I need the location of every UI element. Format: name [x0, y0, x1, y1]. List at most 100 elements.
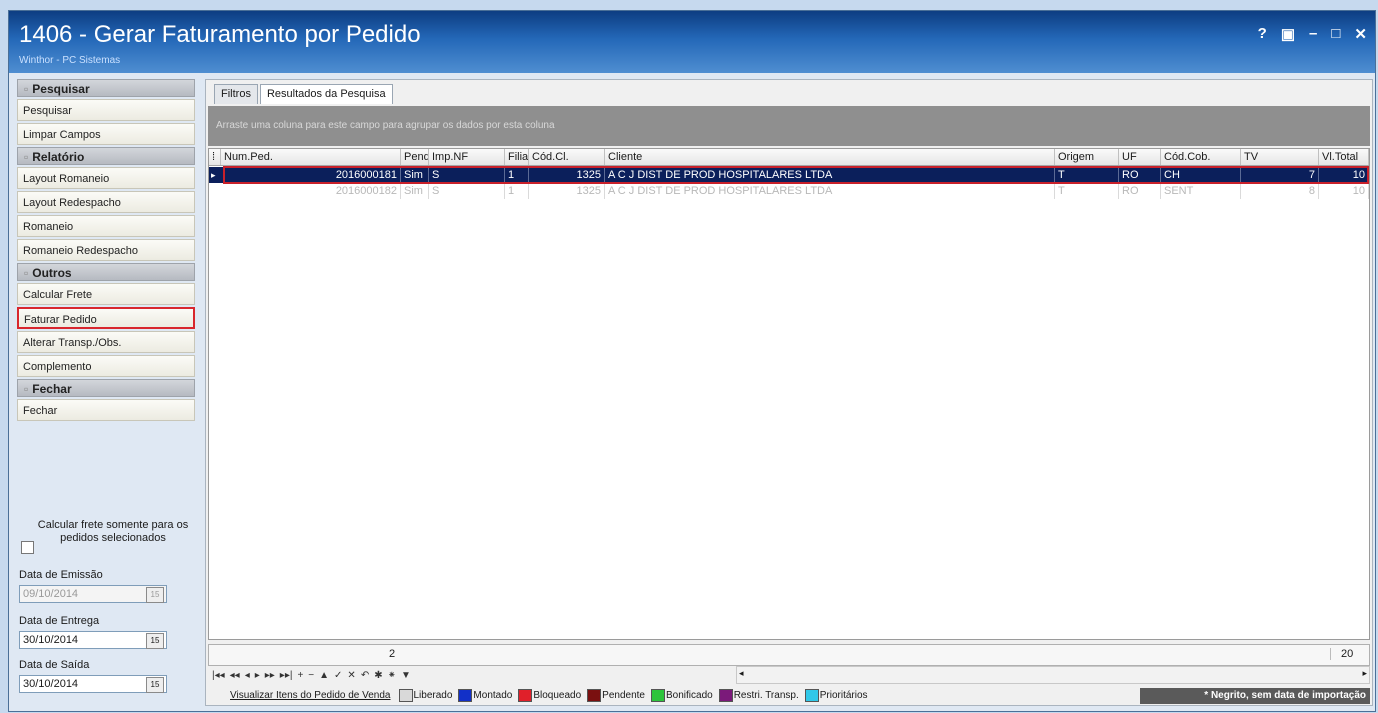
calcular-frete-button[interactable]: Calcular Frete	[17, 283, 195, 305]
window-title: 1406 - Gerar Faturamento por Pedido	[19, 21, 421, 48]
grid-navigator: |◂◂ ◂◂ ◂ ▸ ▸▸ ▸▸| + − ▲ ✓ ✕ ↶ ✱ ⁕ ▼	[208, 666, 732, 684]
legend-prioritarios: Prioritários	[804, 688, 868, 702]
legend-restri-transp: Restri. Transp.	[718, 688, 799, 702]
legend-pendente: Pendente	[587, 688, 645, 702]
col-tv[interactable]: TV	[1241, 149, 1319, 165]
calcular-frete-checkbox[interactable]	[21, 541, 34, 554]
data-entrega-label: Data de Entrega	[19, 615, 100, 627]
limpar-campos-button[interactable]: Limpar Campos	[17, 123, 195, 145]
minimize-button[interactable]: –	[1309, 25, 1317, 43]
data-emissao-field[interactable]: 09/10/2014 15	[19, 585, 167, 603]
legend-bonificado: Bonificado	[651, 688, 713, 702]
section-fechar: ▫ Fechar	[17, 379, 195, 397]
romaneio-button[interactable]: Romaneio	[17, 215, 195, 237]
row-indicator-header: ⁞	[209, 149, 221, 165]
calendar-icon[interactable]: 15	[146, 677, 164, 693]
section-icon: ▫	[24, 150, 29, 164]
main-panel: Filtros Resultados da Pesquisa Arraste u…	[205, 79, 1373, 706]
first-page-icon[interactable]: |◂◂	[212, 670, 225, 681]
col-cod-cl[interactable]: Cód.Cl.	[529, 149, 605, 165]
group-by-area[interactable]: Arraste uma coluna para este campo para …	[208, 106, 1370, 146]
legend-liberado: Liberado	[398, 688, 452, 702]
title-bar: 1406 - Gerar Faturamento por Pedido Wint…	[9, 11, 1375, 73]
tab-resultados[interactable]: Resultados da Pesquisa	[259, 84, 393, 104]
calendar-icon[interactable]: 15	[146, 633, 164, 649]
bookmark-icon[interactable]: ✱	[374, 670, 382, 681]
window-subtitle: Winthor - PC Sistemas	[19, 55, 121, 66]
bold-note: * Negrito, sem data de importação	[1140, 688, 1370, 704]
maximize-button[interactable]: □	[1331, 25, 1340, 43]
close-button[interactable]: ✕	[1354, 25, 1367, 43]
romaneio-redespacho-button[interactable]: Romaneio Redespacho	[17, 239, 195, 261]
table-row[interactable]: ▸ 2016000181 Sim S 1 1325 A C J DIST DE …	[209, 167, 1369, 183]
insert-icon[interactable]: +	[297, 670, 303, 681]
col-vl-total[interactable]: Vl.Total	[1319, 149, 1369, 165]
tab-strip: Filtros Resultados da Pesquisa	[214, 84, 395, 104]
restri-transp-swatch	[718, 688, 733, 702]
help-button[interactable]: ?	[1258, 25, 1267, 43]
delete-icon[interactable]: −	[308, 670, 314, 681]
col-uf[interactable]: UF	[1119, 149, 1161, 165]
refresh-icon[interactable]: ↶	[361, 670, 369, 681]
section-icon: ▫	[24, 382, 29, 396]
restore-button[interactable]: ▣	[1281, 25, 1295, 43]
sidebar: ▫ Pesquisar Pesquisar Limpar Campos ▫ Rela…	[17, 79, 195, 704]
calcular-frete-label: Calcular frete somente para os pedidos s…	[37, 519, 189, 544]
goto-bookmark-icon[interactable]: ⁕	[388, 670, 396, 681]
montado-swatch	[458, 688, 473, 702]
data-entrega-field[interactable]: 30/10/2014 15	[19, 631, 167, 649]
filter-icon[interactable]: ▼	[401, 670, 411, 681]
section-relatorio: ▫ Relatório	[17, 147, 195, 165]
pendente-swatch	[587, 688, 602, 702]
edit-icon[interactable]: ▲	[319, 670, 329, 681]
table-row[interactable]: 2016000182 Sim S 1 1325 A C J DIST DE PR…	[209, 183, 1369, 199]
col-pend[interactable]: Pend	[401, 149, 429, 165]
alterar-transp-button[interactable]: Alterar Transp./Obs.	[17, 331, 195, 353]
prev-page-icon[interactable]: ◂◂	[230, 670, 240, 681]
calendar-icon[interactable]: 15	[146, 587, 164, 603]
section-pesquisar: ▫ Pesquisar	[17, 79, 195, 97]
layout-romaneio-button[interactable]: Layout Romaneio	[17, 167, 195, 189]
summary-count: 2	[389, 648, 396, 660]
complemento-button[interactable]: Complemento	[17, 355, 195, 377]
calcular-frete-option: Calcular frete somente para os pedidos s…	[19, 519, 189, 554]
col-origem[interactable]: Origem	[1055, 149, 1119, 165]
legend-montado: Montado	[458, 688, 512, 702]
scroll-right-icon[interactable]: ▸	[1362, 668, 1367, 679]
data-emissao-label: Data de Emissão	[19, 569, 103, 581]
grid-header: ⁞ Num.Ped. Pend Imp.NF Filia Cód.Cl. Cli…	[209, 149, 1369, 166]
last-record-icon[interactable]: ▸▸|	[280, 670, 293, 681]
visualizar-itens-link[interactable]: Visualizar Itens do Pedido de Venda	[230, 690, 391, 701]
bonificado-swatch	[651, 688, 665, 702]
fechar-button[interactable]: Fechar	[17, 399, 195, 421]
bloqueado-swatch	[518, 688, 533, 702]
col-cliente[interactable]: Cliente	[605, 149, 1055, 165]
prioritarios-swatch	[804, 688, 819, 702]
app-window: 1406 - Gerar Faturamento por Pedido Wint…	[8, 10, 1376, 712]
section-outros: ▫ Outros	[17, 263, 195, 281]
prev-record-icon[interactable]: ◂	[245, 670, 250, 681]
row-pointer-icon: ▸	[211, 170, 216, 180]
legend-bloqueado: Bloqueado	[518, 688, 581, 702]
cancel-icon[interactable]: ✕	[347, 670, 355, 681]
col-filial[interactable]: Filia	[505, 149, 529, 165]
grid-summary: 2 20	[208, 644, 1370, 666]
next-page-icon[interactable]: ▸▸	[265, 670, 275, 681]
liberado-swatch	[398, 688, 413, 702]
section-icon: ▫	[24, 82, 29, 96]
window-controls: ? ▣ – □ ✕	[1258, 25, 1367, 43]
scroll-left-icon[interactable]: ◂	[739, 668, 744, 679]
post-icon[interactable]: ✓	[334, 670, 342, 681]
next-record-icon[interactable]: ▸	[255, 670, 260, 681]
col-num-ped[interactable]: Num.Ped.	[221, 149, 401, 165]
tab-filtros[interactable]: Filtros	[214, 84, 258, 104]
col-cod-cob[interactable]: Cód.Cob.	[1161, 149, 1241, 165]
data-saida-field[interactable]: 30/10/2014 15	[19, 675, 167, 693]
section-icon: ▫	[24, 266, 29, 280]
pesquisar-button[interactable]: Pesquisar	[17, 99, 195, 121]
layout-redespacho-button[interactable]: Layout Redespacho	[17, 191, 195, 213]
col-imp-nf[interactable]: Imp.NF	[429, 149, 505, 165]
data-saida-label: Data de Saída	[19, 659, 90, 671]
faturar-pedido-button[interactable]: Faturar Pedido	[17, 307, 195, 329]
horizontal-scrollbar[interactable]: ◂ ▸	[736, 666, 1370, 684]
